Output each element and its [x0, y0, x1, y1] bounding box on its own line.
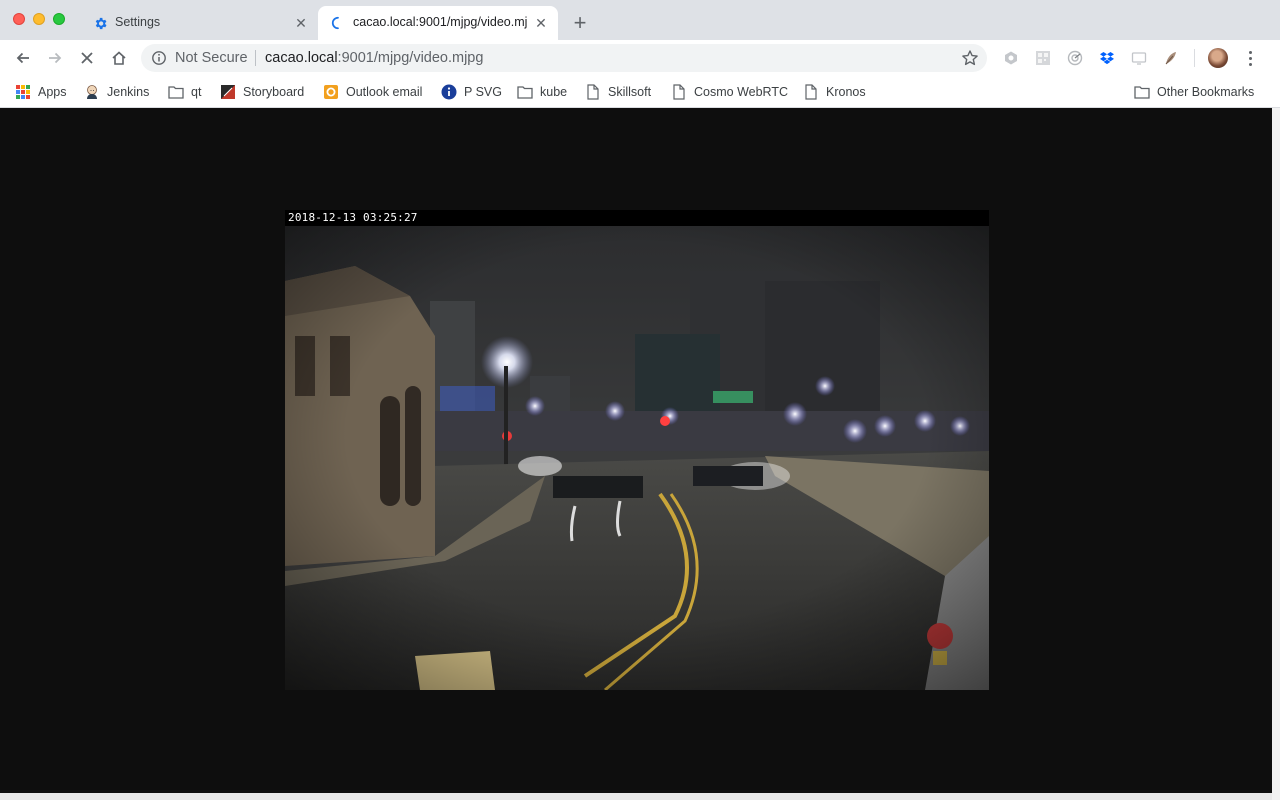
bookmark-label: Apps: [38, 85, 67, 99]
profile-avatar[interactable]: [1208, 48, 1228, 68]
bookmark-label: kube: [540, 85, 568, 99]
bookmark-label: Storyboard: [243, 85, 305, 99]
bookmark-label: Jenkins: [107, 85, 150, 99]
gear-icon: [92, 15, 108, 31]
stop-loading-button[interactable]: [75, 46, 99, 70]
close-icon: [81, 52, 93, 64]
browser-menu-button[interactable]: [1240, 46, 1260, 70]
apps-grid-icon: [15, 84, 31, 100]
bookmark-jenkins[interactable]: Jenkins: [84, 82, 149, 102]
new-tab-button[interactable]: +: [568, 10, 592, 35]
dropbox-icon[interactable]: [1098, 49, 1116, 67]
security-status[interactable]: Not Secure: [175, 50, 248, 66]
extension-target-icon[interactable]: [1066, 49, 1084, 67]
bookmark-label: P SVG: [464, 85, 502, 99]
info-circle-icon: [441, 84, 457, 100]
bookmark-outlook-email[interactable]: Outlook email: [323, 82, 422, 102]
tab-video-stream[interactable]: cacao.local:9001/mjpg/video.mjpg ✕: [318, 6, 558, 40]
window-maximize-button[interactable]: [53, 13, 65, 25]
page-icon: [803, 84, 819, 100]
close-icon[interactable]: ✕: [292, 14, 310, 32]
video-timestamp: 2018-12-13 03:25:27: [288, 211, 418, 224]
folder-icon: [1134, 84, 1150, 100]
toolbar-divider: [1194, 49, 1195, 67]
bookmark-kronos[interactable]: Kronos: [803, 82, 866, 102]
bookmark-label: Other Bookmarks: [1157, 85, 1255, 99]
close-icon[interactable]: ✕: [532, 14, 550, 32]
url-text[interactable]: cacao.local:9001/mjpg/video.mjpg: [265, 50, 483, 66]
arrow-left-icon: [16, 52, 29, 64]
url-path: :9001/mjpg/video.mjpg: [337, 50, 484, 66]
star-icon[interactable]: [961, 49, 979, 67]
tab-settings[interactable]: Settings ✕: [80, 6, 318, 40]
bookmarks-bar: Apps Jenkins qt Storyboard Outlook email…: [0, 76, 1280, 108]
bookmark-qt[interactable]: qt: [168, 82, 201, 102]
page-content: 2018-12-13 03:25:27: [0, 108, 1272, 793]
window-edge: [0, 793, 1272, 800]
window-edge: [1272, 108, 1280, 800]
bookmark-skillsoft[interactable]: Skillsoft: [585, 82, 651, 102]
bookmark-label: Skillsoft: [608, 85, 652, 99]
bookmark-label: Cosmo WebRTC: [694, 85, 789, 99]
bookmark-other-bookmarks[interactable]: Other Bookmarks: [1134, 82, 1254, 102]
home-button[interactable]: [107, 46, 131, 70]
extension-hexagon-icon[interactable]: [1002, 49, 1020, 67]
folder-icon: [517, 84, 533, 100]
bookmark-label: Kronos: [826, 85, 866, 99]
bookmark-storyboard[interactable]: Storyboard: [220, 82, 304, 102]
url-host: cacao.local: [265, 50, 338, 66]
bookmark-cosmo-webrtc[interactable]: Cosmo WebRTC: [671, 82, 788, 102]
arrow-right-icon: [49, 52, 62, 64]
tab-strip: Settings ✕ cacao.local:9001/mjpg/video.m…: [0, 0, 1280, 40]
info-icon[interactable]: [151, 50, 167, 66]
omnibox-divider: [255, 50, 256, 66]
back-button[interactable]: [11, 46, 35, 70]
window-minimize-button[interactable]: [33, 13, 45, 25]
bookmark-label: qt: [191, 85, 202, 99]
window-close-button[interactable]: [13, 13, 25, 25]
outlook-icon: [323, 84, 339, 100]
mjpeg-video-frame[interactable]: 2018-12-13 03:25:27: [285, 210, 989, 690]
cast-icon[interactable]: [1130, 49, 1148, 67]
browser-toolbar: Not Secure cacao.local:9001/mjpg/video.m…: [0, 40, 1280, 76]
bookmark-label: Outlook email: [346, 85, 423, 99]
folder-icon: [168, 84, 184, 100]
home-icon: [112, 51, 126, 65]
storyboard-icon: [220, 84, 236, 100]
tab-title: cacao.local:9001/mjpg/video.mjpg: [353, 15, 528, 29]
bookmark-p-svg[interactable]: P SVG: [441, 82, 502, 102]
address-bar[interactable]: Not Secure cacao.local:9001/mjpg/video.m…: [141, 44, 987, 72]
page-icon: [585, 84, 601, 100]
page-icon: [671, 84, 687, 100]
bookmark-apps[interactable]: Apps: [15, 82, 67, 102]
loading-spinner-icon: [330, 15, 346, 31]
bookmark-kube[interactable]: kube: [517, 82, 567, 102]
extension-qr-icon[interactable]: [1034, 49, 1052, 67]
tab-title: Settings: [115, 15, 161, 29]
jenkins-icon: [84, 84, 100, 100]
forward-button[interactable]: [43, 46, 67, 70]
camera-scene-image: [285, 226, 989, 690]
extension-feather-icon[interactable]: [1162, 49, 1180, 67]
